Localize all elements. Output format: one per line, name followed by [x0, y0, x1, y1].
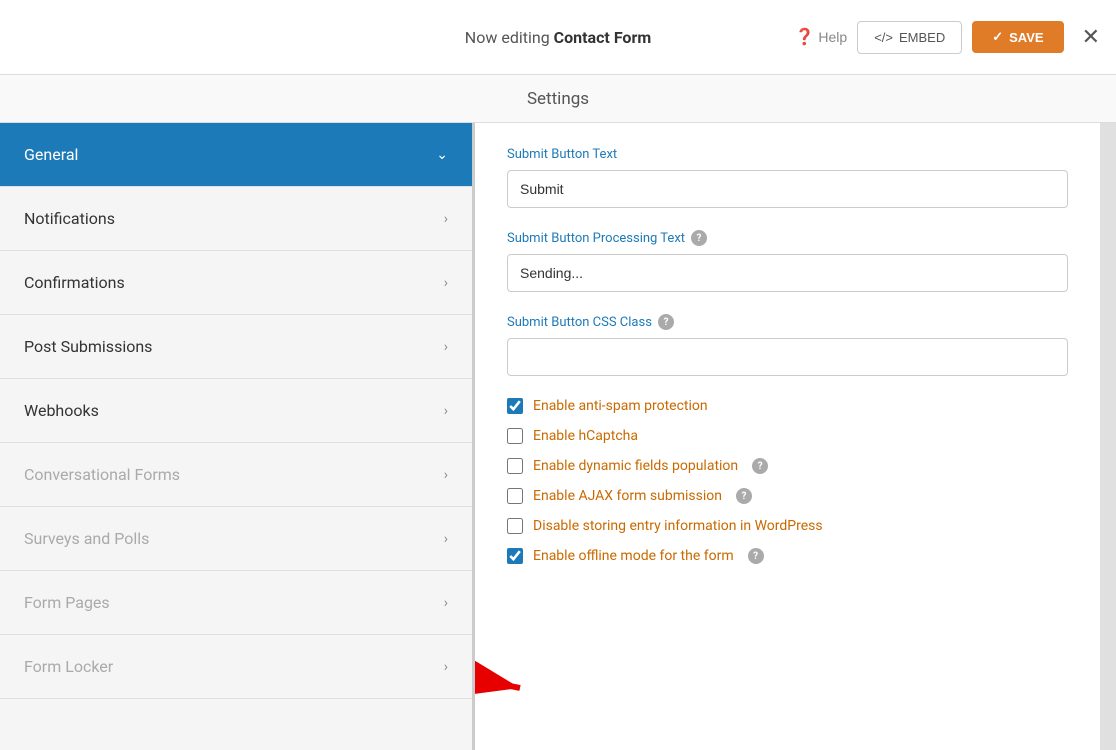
- offline-mode-checkbox[interactable]: [507, 548, 523, 564]
- arrow-annotation: [475, 658, 545, 722]
- header-actions: ❓ Help </> EMBED ✓ SAVE ✕: [794, 21, 1100, 54]
- submit-button-processing-input[interactable]: [507, 254, 1068, 292]
- chevron-right-icon: ›: [444, 339, 448, 355]
- question-icon: ❓: [794, 27, 814, 47]
- ajax-help-icon[interactable]: ?: [736, 488, 752, 504]
- help-button[interactable]: ❓ Help: [794, 27, 847, 47]
- sidebar-item-label: Post Submissions: [24, 337, 152, 356]
- sidebar-item-label: Notifications: [24, 209, 115, 228]
- chevron-right-icon: ›: [444, 531, 448, 547]
- offline-mode-help-icon[interactable]: ?: [748, 548, 764, 564]
- sidebar-item-label: General: [24, 145, 78, 164]
- submit-button-processing-label: Submit Button Processing Text ?: [507, 230, 1068, 246]
- dynamic-fields-help-icon[interactable]: ?: [752, 458, 768, 474]
- header: Now editing Contact Form ❓ Help </> EMBE…: [0, 0, 1116, 75]
- submit-button-processing-group: Submit Button Processing Text ?: [507, 230, 1068, 292]
- sidebar-item-label: Confirmations: [24, 273, 125, 292]
- sidebar-item-label: Surveys and Polls: [24, 529, 149, 548]
- submit-button-css-input[interactable]: [507, 338, 1068, 376]
- checkbox-ajax-row: Enable AJAX form submission ?: [507, 488, 1068, 504]
- right-scrollbar: [1100, 123, 1116, 750]
- chevron-right-icon: ›: [444, 659, 448, 675]
- ajax-submit-label: Enable AJAX form submission: [533, 488, 722, 504]
- hcaptcha-label: Enable hCaptcha: [533, 428, 638, 444]
- processing-help-icon[interactable]: ?: [691, 230, 707, 246]
- header-title: Now editing Contact Form: [465, 28, 651, 47]
- sidebar-item-label: Form Pages: [24, 593, 110, 612]
- chevron-right-icon: ›: [444, 595, 448, 611]
- checkmark-icon: ✓: [992, 29, 1003, 45]
- sidebar-item-label: Form Locker: [24, 657, 113, 676]
- settings-bar: Settings: [0, 75, 1116, 123]
- dynamic-fields-checkbox[interactable]: [507, 458, 523, 474]
- css-help-icon[interactable]: ?: [658, 314, 674, 330]
- chevron-down-icon: ⌄: [436, 147, 448, 163]
- close-button[interactable]: ✕: [1082, 24, 1100, 50]
- save-button[interactable]: ✓ SAVE: [972, 21, 1063, 53]
- disable-storing-checkbox[interactable]: [507, 518, 523, 534]
- checkbox-dynamic-fields-row: Enable dynamic fields population ?: [507, 458, 1068, 474]
- content-area: Submit Button Text Submit Button Process…: [475, 123, 1100, 750]
- sidebar-item-webhooks[interactable]: Webhooks ›: [0, 379, 472, 443]
- chevron-right-icon: ›: [444, 403, 448, 419]
- settings-title: Settings: [527, 89, 589, 109]
- main-layout: General ⌄ Notifications › Confirmations …: [0, 123, 1116, 750]
- sidebar-item-confirmations[interactable]: Confirmations ›: [0, 251, 472, 315]
- dynamic-fields-label: Enable dynamic fields population: [533, 458, 738, 474]
- chevron-right-icon: ›: [444, 211, 448, 227]
- chevron-right-icon: ›: [444, 275, 448, 291]
- sidebar-item-form-pages[interactable]: Form Pages ›: [0, 571, 472, 635]
- hcaptcha-checkbox[interactable]: [507, 428, 523, 444]
- chevron-right-icon: ›: [444, 467, 448, 483]
- sidebar-item-surveys-polls[interactable]: Surveys and Polls ›: [0, 507, 472, 571]
- embed-button[interactable]: </> EMBED: [857, 21, 962, 54]
- checkbox-group: Enable anti-spam protection Enable hCapt…: [507, 398, 1068, 564]
- sidebar-item-notifications[interactable]: Notifications ›: [0, 187, 472, 251]
- sidebar: General ⌄ Notifications › Confirmations …: [0, 123, 475, 750]
- antispam-label: Enable anti-spam protection: [533, 398, 708, 414]
- submit-button-text-group: Submit Button Text: [507, 147, 1068, 208]
- sidebar-item-label: Webhooks: [24, 401, 99, 420]
- sidebar-item-general[interactable]: General ⌄: [0, 123, 472, 187]
- submit-button-text-label: Submit Button Text: [507, 147, 1068, 162]
- antispam-checkbox[interactable]: [507, 398, 523, 414]
- checkbox-antispam-row: Enable anti-spam protection: [507, 398, 1068, 414]
- checkbox-disable-storing-row: Disable storing entry information in Wor…: [507, 518, 1068, 534]
- checkbox-hcaptcha-row: Enable hCaptcha: [507, 428, 1068, 444]
- ajax-submit-checkbox[interactable]: [507, 488, 523, 504]
- submit-button-css-label: Submit Button CSS Class ?: [507, 314, 1068, 330]
- submit-button-css-group: Submit Button CSS Class ?: [507, 314, 1068, 376]
- sidebar-item-conversational-forms[interactable]: Conversational Forms ›: [0, 443, 472, 507]
- offline-mode-label: Enable offline mode for the form: [533, 548, 734, 564]
- checkbox-offline-mode-row: Enable offline mode for the form ?: [507, 548, 1068, 564]
- sidebar-item-form-locker[interactable]: Form Locker ›: [0, 635, 472, 699]
- disable-storing-label: Disable storing entry information in Wor…: [533, 518, 823, 534]
- embed-icon: </>: [874, 30, 893, 45]
- submit-button-text-input[interactable]: [507, 170, 1068, 208]
- sidebar-item-label: Conversational Forms: [24, 465, 180, 484]
- sidebar-item-post-submissions[interactable]: Post Submissions ›: [0, 315, 472, 379]
